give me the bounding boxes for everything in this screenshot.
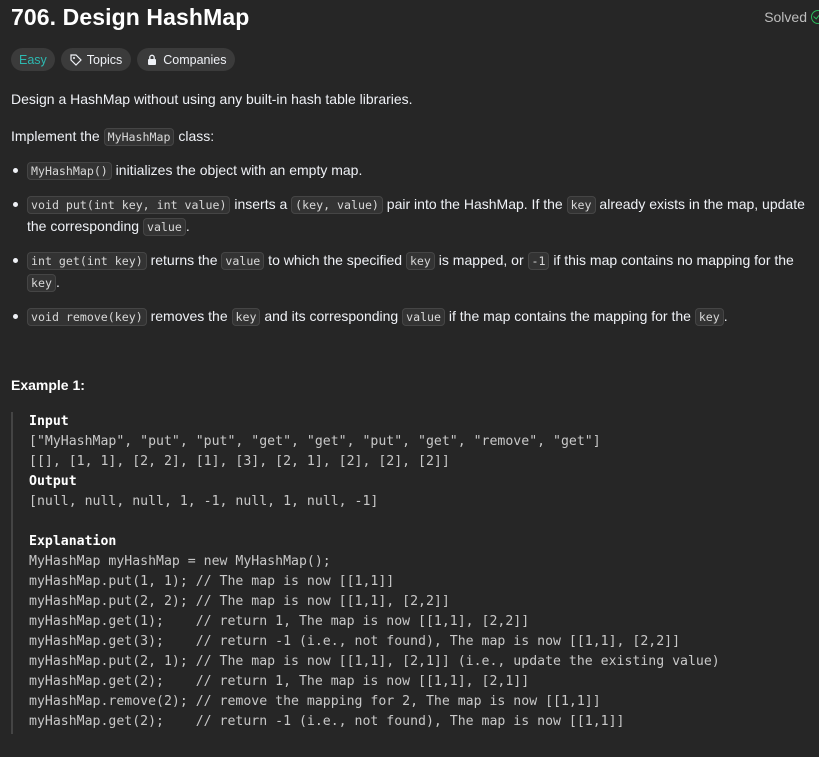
class-name-code: MyHashMap bbox=[103, 128, 175, 146]
explanation-line: myHashMap.put(1, 1); // The map is now [… bbox=[29, 574, 395, 589]
code-inline: void remove(key) bbox=[27, 308, 147, 326]
topics-label: Topics bbox=[86, 52, 123, 67]
tag-icon bbox=[70, 53, 82, 66]
bullet-text: is mapped, or bbox=[434, 252, 528, 268]
list-item: void put(int key, int value) inserts a (… bbox=[11, 194, 811, 238]
explanation-line: myHashMap.get(2); // return -1 (i.e., no… bbox=[29, 714, 625, 729]
bullet-text: and its corresponding bbox=[260, 308, 403, 324]
bullet-text: the corresponding bbox=[27, 218, 143, 234]
code-inline: value bbox=[402, 308, 446, 326]
list-item: MyHashMap() initializes the object with … bbox=[11, 160, 811, 182]
implement-line: Implement the MyHashMap class: bbox=[11, 126, 214, 147]
code-inline: value bbox=[221, 252, 265, 270]
bullet-text: pair into the HashMap. If the bbox=[382, 196, 567, 212]
bullet-text: . bbox=[723, 308, 728, 324]
input-line-2: [[], [1, 1], [2, 2], [1], [3], [2, 1], [… bbox=[29, 454, 450, 469]
code-inline: key bbox=[231, 308, 261, 326]
code-inline: MyHashMap() bbox=[27, 162, 112, 180]
solved-label: Solved bbox=[764, 9, 807, 25]
method-list: MyHashMap() initializes the object with … bbox=[11, 160, 811, 328]
explanation-label: Explanation bbox=[29, 534, 117, 549]
lock-icon bbox=[148, 54, 157, 65]
example-code: Input ["MyHashMap", "put", "put", "get",… bbox=[29, 412, 720, 732]
solved-status: Solved bbox=[764, 9, 819, 25]
code-inline: key bbox=[566, 196, 596, 214]
problem-title: 706. Design HashMap bbox=[11, 4, 250, 30]
implement-suffix: class: bbox=[174, 128, 215, 144]
bullet-text: initializes the object with an empty map… bbox=[111, 162, 363, 178]
companies-label: Companies bbox=[163, 52, 227, 67]
explanation-line: myHashMap.put(2, 2); // The map is now [… bbox=[29, 594, 450, 609]
topics-button[interactable]: Topics bbox=[60, 48, 132, 71]
check-circle-icon bbox=[811, 10, 819, 24]
intro-text: Design a HashMap without using any built… bbox=[11, 91, 413, 107]
tag-bar: Easy Topics Companies bbox=[11, 48, 236, 71]
title-row: 706. Design HashMap Solved bbox=[11, 4, 819, 32]
code-inline: int get(int key) bbox=[27, 252, 147, 270]
list-item: void remove(key) removes the key and its… bbox=[11, 306, 811, 328]
code-inline: key bbox=[694, 308, 724, 326]
output-line: [null, null, null, 1, -1, null, 1, null,… bbox=[29, 494, 379, 509]
code-inline: value bbox=[142, 218, 186, 236]
bullet-text: to which the specified bbox=[264, 252, 406, 268]
bullet-text: returns the bbox=[146, 252, 222, 268]
list-item: int get(int key) returns the value to wh… bbox=[11, 250, 811, 294]
explanation-line: myHashMap.get(3); // return -1 (i.e., no… bbox=[29, 634, 681, 649]
example-block: Input ["MyHashMap", "put", "put", "get",… bbox=[11, 412, 803, 734]
output-label: Output bbox=[29, 474, 77, 489]
bullet-text: inserts a bbox=[230, 196, 292, 212]
bullet-text: already exists in the map, update bbox=[595, 196, 805, 212]
explanation-line: myHashMap.remove(2); // remove the mappi… bbox=[29, 694, 601, 709]
code-inline: key bbox=[405, 252, 435, 270]
difficulty-label: Easy bbox=[19, 52, 47, 67]
code-inline: key bbox=[27, 274, 56, 292]
code-inline: -1 bbox=[527, 252, 550, 270]
code-inline: void put(int key, int value) bbox=[27, 196, 231, 214]
implement-prefix: Implement the bbox=[11, 128, 104, 144]
explanation-line: myHashMap.get(1); // return 1, The map i… bbox=[29, 614, 530, 629]
bullet-text: . bbox=[55, 274, 60, 290]
bullet-text: removes the bbox=[146, 308, 232, 324]
example-title: Example 1: bbox=[11, 377, 85, 393]
bullet-text: if the map contains the mapping for the bbox=[445, 308, 695, 324]
bullet-text: . bbox=[185, 218, 190, 234]
explanation-line: myHashMap.get(2); // return 1, The map i… bbox=[29, 674, 530, 689]
companies-button[interactable]: Companies bbox=[137, 48, 236, 71]
explanation-line: myHashMap.put(2, 1); // The map is now [… bbox=[29, 654, 720, 669]
input-line-1: ["MyHashMap", "put", "put", "get", "get"… bbox=[29, 434, 601, 449]
difficulty-badge: Easy bbox=[11, 48, 55, 71]
explanation-line: MyHashMap myHashMap = new MyHashMap(); bbox=[29, 554, 331, 569]
input-label: Input bbox=[29, 414, 69, 429]
code-inline: (key, value) bbox=[291, 196, 383, 214]
bullet-text: if this map contains no mapping for the bbox=[549, 252, 794, 268]
